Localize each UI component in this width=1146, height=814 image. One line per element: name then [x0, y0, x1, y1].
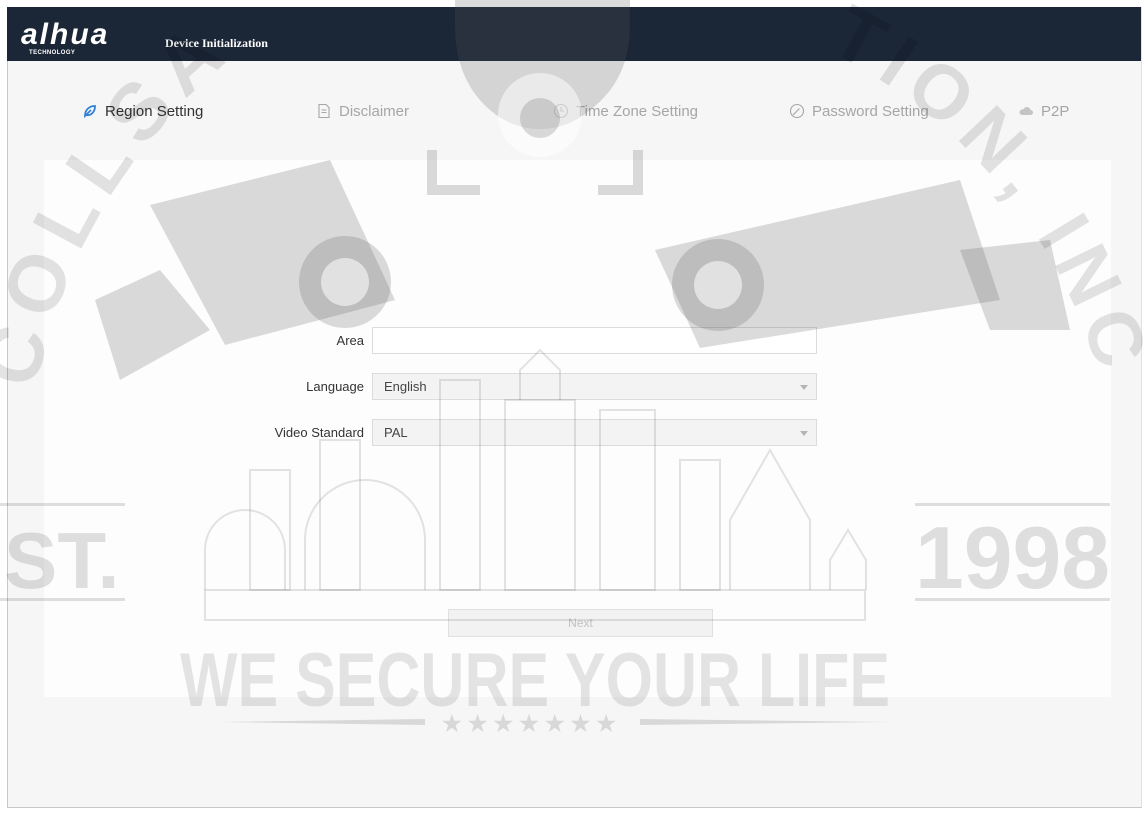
video-standard-label: Video Standard	[274, 425, 364, 440]
step-region-setting: Region Setting	[82, 101, 203, 121]
step-label: Region Setting	[105, 102, 204, 120]
step-label: P2P	[1041, 102, 1070, 120]
next-button[interactable]: Next	[448, 609, 713, 637]
document-icon	[316, 103, 332, 119]
step-label: Time Zone Setting	[576, 102, 698, 120]
chevron-down-icon	[800, 385, 808, 390]
location-icon	[82, 103, 98, 119]
step-disclaimer: Disclaimer	[316, 101, 409, 121]
step-label: Password Setting	[812, 102, 929, 120]
logo-subtitle: TECHNOLOGY	[29, 50, 76, 56]
app-header: alhua TECHNOLOGY Device Initialization	[7, 7, 1141, 61]
step-label: Disclaimer	[339, 102, 410, 120]
language-label: Language	[306, 379, 364, 394]
language-value: English	[384, 379, 427, 394]
clock-icon	[553, 103, 569, 119]
password-icon	[789, 103, 805, 119]
area-label: Area	[336, 333, 364, 348]
language-select[interactable]: English	[372, 373, 817, 400]
cloud-icon	[1018, 103, 1034, 119]
step-time-zone-setting: Time Zone Setting	[553, 101, 698, 121]
step-password-setting: Password Setting	[789, 101, 929, 121]
video-standard-select[interactable]: PAL	[372, 419, 817, 446]
step-p2p: P2P	[1018, 101, 1069, 121]
page-title: Device Initialization	[165, 36, 268, 50]
area-input[interactable]	[372, 327, 817, 354]
chevron-down-icon	[800, 431, 808, 436]
video-standard-value: PAL	[384, 425, 408, 440]
dahua-logo: alhua	[21, 18, 110, 51]
